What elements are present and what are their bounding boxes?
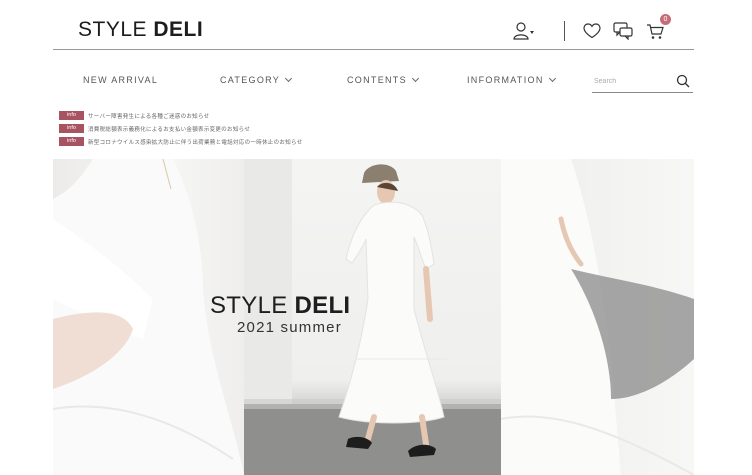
- hero-title-light: STYLE: [210, 292, 295, 319]
- heart-icon: [583, 23, 601, 39]
- chevron-down-icon: [411, 74, 419, 83]
- site-logo[interactable]: STYLE DELI: [78, 18, 203, 42]
- info-item[interactable]: info 消費税総額表示義務化によるお支払い金額表示変更のお知らせ: [59, 124, 303, 133]
- account-menu[interactable]: [512, 18, 536, 44]
- nav-label: CONTENTS: [347, 75, 407, 85]
- info-text: サーバー障害発生による各種ご迷惑のお知らせ: [88, 113, 210, 120]
- nav-label: CATEGORY: [220, 75, 281, 85]
- cart-button[interactable]: 0: [643, 14, 671, 44]
- logo-bold-text: DELI: [153, 18, 204, 41]
- logo-light-text: STYLE: [78, 18, 154, 41]
- info-item[interactable]: info 新型コロナウイルス感染拡大防止に伴う出荷業務と電話対応の一時休止のお知…: [59, 137, 303, 146]
- header-divider-line: [53, 49, 694, 50]
- nav-label: NEW ARRIVAL: [83, 75, 159, 85]
- cart-count-badge: 0: [660, 14, 671, 25]
- caret-down-icon: [530, 31, 534, 34]
- info-badge: info: [59, 137, 84, 146]
- nav-information[interactable]: INFORMATION: [467, 74, 556, 85]
- info-badge: info: [59, 111, 84, 120]
- header-divider: [564, 21, 565, 41]
- chat-icon: [613, 22, 633, 40]
- chevron-down-icon: [285, 74, 293, 83]
- hero-banner[interactable]: STYLE DELI 2021 summer: [53, 159, 694, 475]
- hero-title: STYLE DELI: [210, 292, 350, 320]
- hero-title-bold: DELI: [294, 292, 351, 319]
- search-box: [592, 71, 693, 93]
- user-icon: [513, 22, 534, 40]
- chat-button[interactable]: [611, 18, 635, 44]
- info-text: 消費税総額表示義務化によるお支払い金額表示変更のお知らせ: [88, 126, 251, 133]
- chevron-down-icon: [548, 74, 556, 83]
- header-icon-bar: 0: [510, 14, 671, 46]
- nav-category[interactable]: CATEGORY: [220, 74, 293, 85]
- hero-subtitle: 2021 summer: [237, 319, 342, 336]
- info-list: info サーバー障害発生による各種ご迷惑のお知らせ info 消費税総額表示義…: [59, 111, 303, 150]
- nav-contents[interactable]: CONTENTS: [347, 74, 419, 85]
- hero-image-right: [501, 159, 694, 475]
- nav-label: INFORMATION: [467, 75, 544, 85]
- info-text: 新型コロナウイルス感染拡大防止に伴う出荷業務と電話対応の一時休止のお知らせ: [88, 139, 303, 146]
- nav-new-arrival[interactable]: NEW ARRIVAL: [83, 75, 158, 85]
- info-badge: info: [59, 124, 84, 133]
- search-input[interactable]: [594, 75, 672, 88]
- cart-icon: [647, 23, 664, 39]
- info-item[interactable]: info サーバー障害発生による各種ご迷惑のお知らせ: [59, 111, 303, 120]
- search-icon[interactable]: [676, 74, 690, 88]
- favorites-button[interactable]: [580, 18, 604, 44]
